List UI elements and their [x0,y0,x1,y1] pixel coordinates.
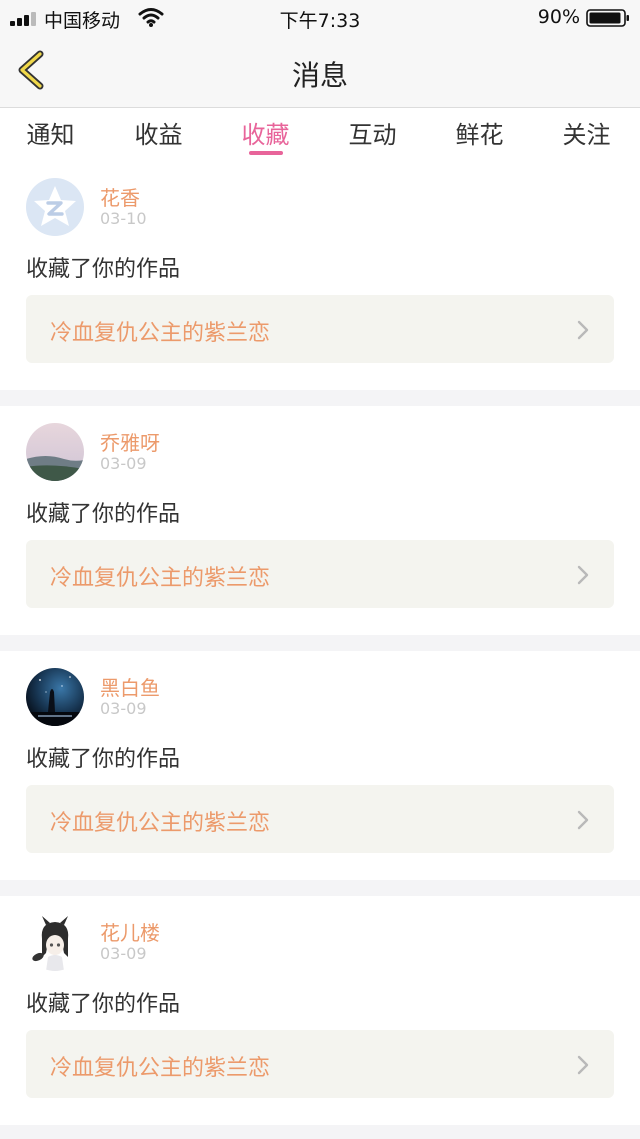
work-link[interactable]: 冷血复仇公主的紫兰恋 [26,785,614,853]
card-divider [0,1125,640,1139]
status-bar: 中国移动 下午7:33 90% [0,0,640,34]
action-text: 收藏了你的作品 [26,502,181,527]
work-link[interactable]: 冷血复仇公主的紫兰恋 [26,1030,614,1098]
message-date: 03-09 [100,944,147,963]
avatar[interactable] [26,423,84,481]
username[interactable]: 花香 [100,182,140,211]
username[interactable]: 黑白鱼 [100,672,160,701]
anime-girl-avatar [26,913,84,971]
tab-flowers[interactable]: 鲜花 [426,115,533,150]
chevron-right-icon [577,810,589,830]
message-date: 03-09 [100,454,147,473]
tab-earnings[interactable]: 收益 [105,115,212,150]
message-card: 花香 03-10 收藏了你的作品 冷血复仇公主的紫兰恋 [0,161,640,390]
work-link[interactable]: 冷血复仇公主的紫兰恋 [26,295,614,363]
card-divider [0,390,640,406]
message-date: 03-10 [100,209,147,228]
tab-following[interactable]: 关注 [533,115,640,150]
work-title: 冷血复仇公主的紫兰恋 [50,1056,271,1081]
tab-interactions[interactable]: 互动 [319,115,426,150]
card-divider [0,880,640,896]
tab-bar: 通知 收益 收藏 互动 鲜花 关注 [0,109,640,161]
active-tab-indicator [249,151,283,155]
battery-percent: 90% [537,6,580,28]
nav-bar: 消息 [0,34,640,108]
card-divider [0,635,640,651]
landscape-avatar [26,423,84,481]
battery-icon [586,9,629,27]
action-text: 收藏了你的作品 [26,992,181,1017]
username[interactable]: 花儿楼 [100,917,160,946]
message-card: 乔雅呀 03-09 收藏了你的作品 冷血复仇公主的紫兰恋 [0,406,640,635]
qq-star-avatar [26,178,84,236]
night-sky-avatar [26,668,84,726]
avatar[interactable] [26,913,84,971]
action-text: 收藏了你的作品 [26,747,181,772]
action-text: 收藏了你的作品 [26,257,181,282]
chevron-right-icon [577,1055,589,1075]
chevron-right-icon [577,320,589,340]
chevron-right-icon [577,565,589,585]
tab-favorites[interactable]: 收藏 [212,115,319,150]
page-title: 消息 [291,59,348,92]
message-date: 03-09 [100,699,147,718]
username[interactable]: 乔雅呀 [100,427,160,456]
message-card: 黑白鱼 03-09 收藏了你的作品 冷血复仇公主的紫兰恋 [0,651,640,880]
work-link[interactable]: 冷血复仇公主的紫兰恋 [26,540,614,608]
avatar[interactable] [26,178,84,236]
work-title: 冷血复仇公主的紫兰恋 [50,811,271,836]
work-title: 冷血复仇公主的紫兰恋 [50,321,271,346]
avatar[interactable] [26,668,84,726]
work-title: 冷血复仇公主的紫兰恋 [50,566,271,591]
tab-notifications[interactable]: 通知 [0,115,104,150]
message-card: 花儿楼 03-09 收藏了你的作品 冷血复仇公主的紫兰恋 [0,896,640,1125]
